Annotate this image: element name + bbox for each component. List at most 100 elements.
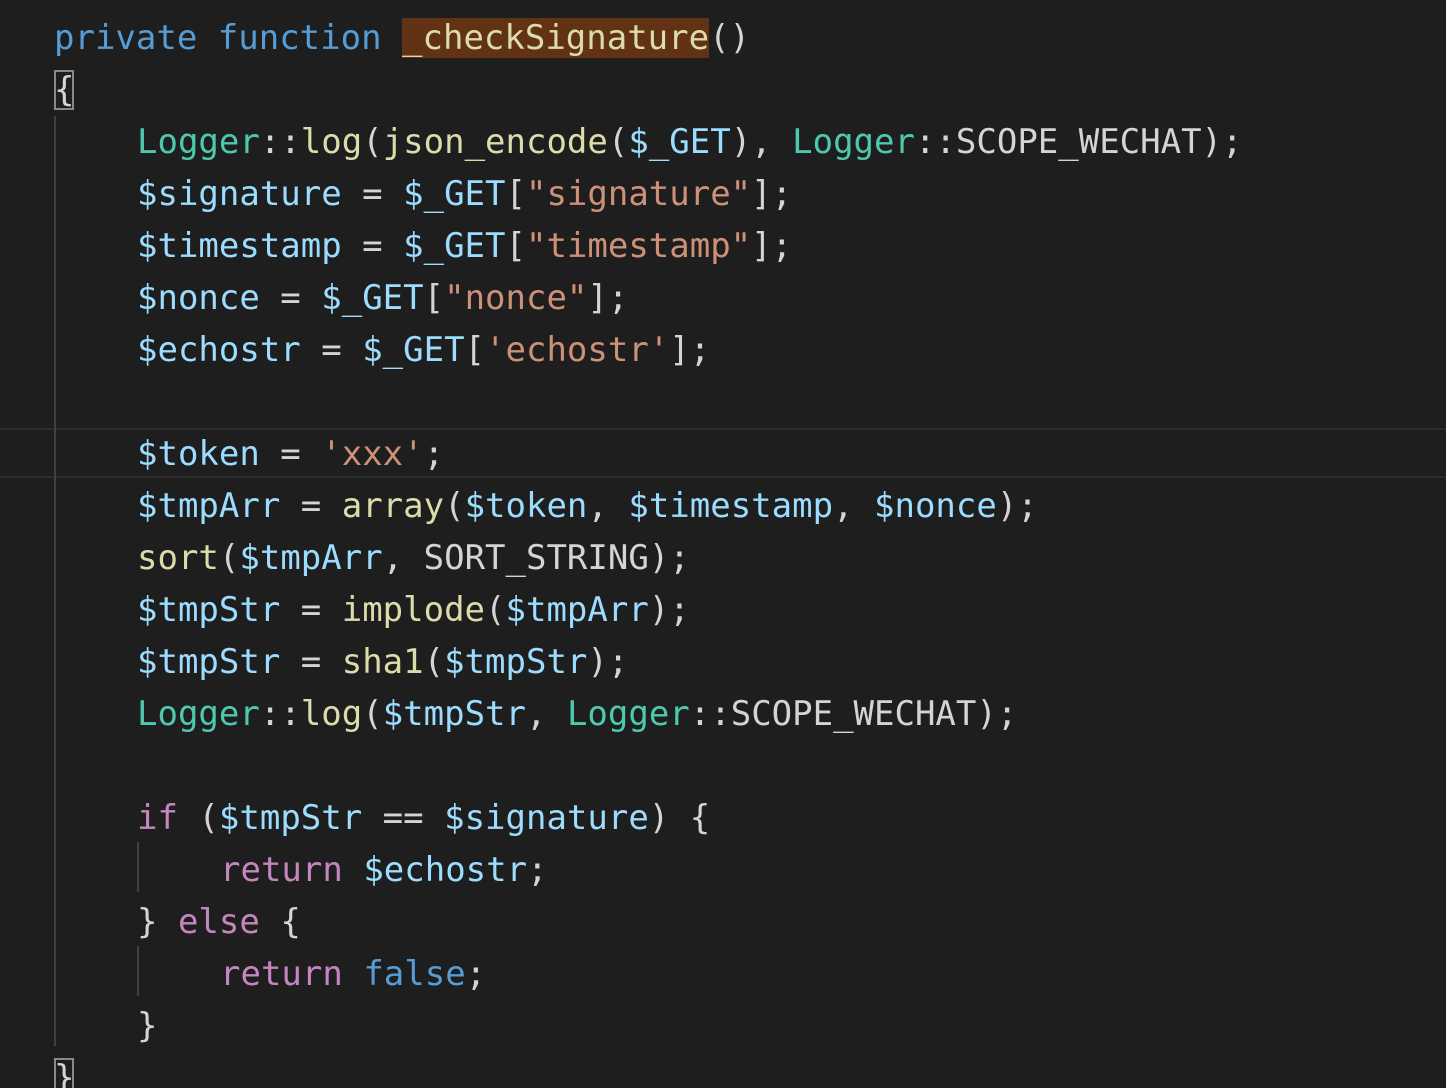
code-token: );: [996, 486, 1038, 526]
code-line[interactable]: if ($tmpStr == $signature) {: [137, 792, 710, 844]
indent-guide-if-block: [137, 842, 139, 892]
code-line[interactable]: } else {: [137, 896, 301, 948]
code-token: );: [648, 590, 690, 630]
code-token: $signature: [137, 174, 342, 214]
code-token: ];: [669, 330, 711, 370]
code-token: $_GET: [362, 330, 465, 370]
code-token: Logger: [566, 694, 690, 734]
code-token: $nonce: [137, 278, 260, 318]
code-token: if: [137, 798, 178, 838]
code-token: sort: [137, 538, 219, 578]
code-token: ;: [423, 434, 445, 474]
code-token: log: [300, 122, 363, 162]
code-token: SCOPE_WECHAT: [955, 122, 1202, 162]
code-token: [: [464, 330, 486, 370]
code-token: (: [485, 590, 506, 630]
code-token: ::: [689, 694, 731, 734]
code-line[interactable]: }: [54, 1052, 75, 1088]
code-line[interactable]: return $echostr;: [220, 844, 548, 896]
code-token: $_GET: [628, 122, 731, 162]
code-token: $timestamp: [137, 226, 342, 266]
code-token: $echostr: [363, 850, 528, 890]
code-token: [: [423, 278, 445, 318]
code-token: (: [362, 122, 383, 162]
code-token: (: [218, 538, 240, 578]
code-token: $timestamp: [628, 486, 834, 526]
code-line[interactable]: $tmpStr = sha1($tmpStr);: [137, 636, 628, 688]
code-token: sha1: [341, 642, 424, 682]
code-line[interactable]: $tmpArr = array($token, $timestamp, $non…: [137, 480, 1038, 532]
code-token: ::: [259, 694, 301, 734]
code-token: =: [341, 226, 404, 266]
code-token: $token: [137, 434, 260, 474]
code-token: Logger: [792, 122, 915, 162]
code-token: {: [54, 70, 75, 110]
code-token: [: [505, 226, 526, 266]
code-token: =: [280, 486, 342, 526]
code-line[interactable]: Logger::log(json_encode($_GET), Logger::…: [137, 116, 1243, 168]
code-token: $tmpStr: [137, 642, 281, 682]
code-token: $_GET: [403, 174, 506, 214]
code-token: $tmpStr: [444, 642, 588, 682]
code-token: Logger: [137, 694, 260, 734]
code-token: );: [1201, 122, 1243, 162]
code-token: $tmpArr: [505, 590, 649, 630]
code-line[interactable]: $timestamp = $_GET["timestamp"];: [137, 220, 792, 272]
code-token: );: [648, 538, 690, 578]
code-token: Logger: [137, 122, 260, 162]
code-token: =: [259, 434, 322, 474]
code-token: else: [177, 902, 260, 942]
code-token: array: [341, 486, 445, 526]
code-token: false: [363, 954, 466, 994]
indent-guide-else-block: [137, 946, 139, 996]
code-token: ==: [362, 798, 445, 838]
code-token: }: [137, 1006, 158, 1046]
code-line[interactable]: private function _checkSignature(): [54, 12, 750, 64]
code-token: ),: [730, 122, 793, 162]
code-line[interactable]: $tmpStr = implode($tmpArr);: [137, 584, 690, 636]
code-token: json_encode: [382, 122, 608, 162]
code-token: (: [444, 486, 465, 526]
code-token: ::: [914, 122, 956, 162]
code-line[interactable]: Logger::log($tmpStr, Logger::SCOPE_WECHA…: [137, 688, 1017, 740]
code-token: implode: [341, 590, 486, 630]
code-token: [: [505, 174, 526, 214]
code-token: return: [220, 954, 343, 994]
code-token: $echostr: [137, 330, 301, 370]
code-line[interactable]: $signature = $_GET["signature"];: [137, 168, 792, 220]
code-line[interactable]: return false;: [220, 948, 486, 1000]
code-token: SCOPE_WECHAT: [730, 694, 977, 734]
code-line[interactable]: $token = 'xxx';: [137, 428, 444, 480]
code-token: ];: [751, 174, 793, 214]
code-token: $tmpStr: [137, 590, 281, 630]
code-token: (: [177, 798, 219, 838]
code-token: $tmpArr: [239, 538, 383, 578]
code-token: (: [607, 122, 629, 162]
code-token: $tmpStr: [382, 694, 526, 734]
code-token: "nonce": [444, 278, 588, 318]
code-token: );: [976, 694, 1018, 734]
code-line[interactable]: {: [54, 64, 75, 116]
code-token: (: [423, 642, 445, 682]
code-token: ::: [259, 122, 301, 162]
code-line[interactable]: }: [137, 1000, 157, 1052]
code-token: ;: [527, 850, 548, 890]
code-token: $tmpStr: [218, 798, 363, 838]
code-token: $tmpArr: [137, 486, 281, 526]
code-token: ,: [587, 486, 629, 526]
code-line[interactable]: sort($tmpArr, SORT_STRING);: [137, 532, 690, 584]
code-token: ];: [751, 226, 793, 266]
code-token: 'echostr': [485, 330, 670, 370]
code-line[interactable]: $echostr = $_GET['echostr'];: [137, 324, 710, 376]
indent-guide-function-body: [54, 116, 56, 1046]
code-line[interactable]: $nonce = $_GET["nonce"];: [137, 272, 628, 324]
code-token: ,: [525, 694, 567, 734]
code-token: private: [54, 18, 198, 58]
code-editor[interactable]: private function _checkSignature() { Logge…: [0, 0, 1446, 1088]
code-token: (): [709, 18, 751, 58]
code-token: $_GET: [321, 278, 424, 318]
code-token: ;: [465, 954, 487, 994]
